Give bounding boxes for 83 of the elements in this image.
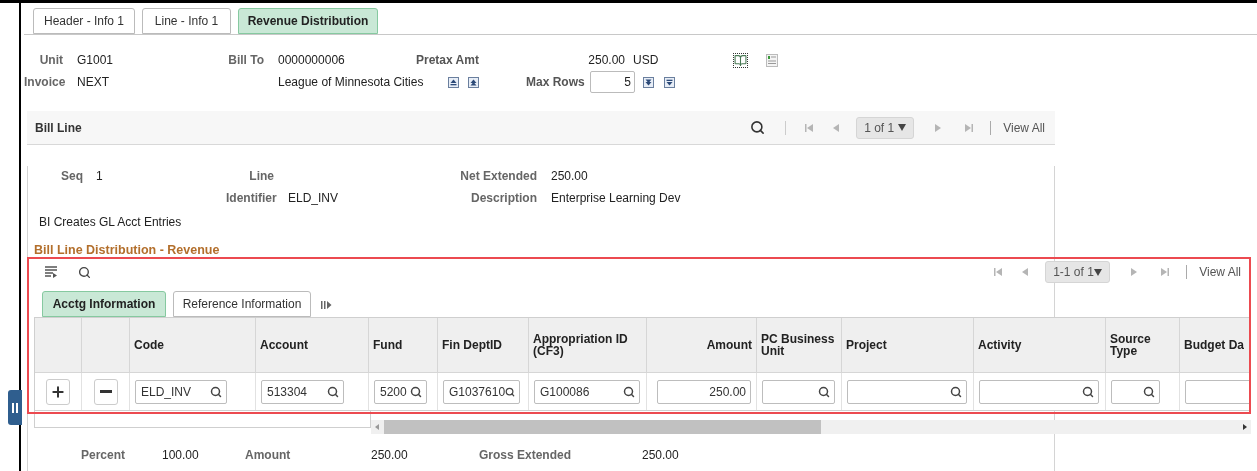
- field-value: 250.00: [551, 168, 588, 185]
- column-header: PC Business Unit: [761, 333, 836, 357]
- column-header: Fin DeptID: [442, 339, 502, 351]
- add-row-button[interactable]: [46, 378, 70, 405]
- lookup-field[interactable]: [762, 379, 835, 404]
- section-title: Bill Line: [35, 119, 82, 137]
- column-header: Budget Da: [1184, 339, 1244, 351]
- field-label: Net Extended: [459, 168, 537, 185]
- note-text: BI Creates GL Acct Entries: [39, 214, 182, 230]
- lookup-field[interactable]: ELD_INV: [135, 379, 227, 404]
- field-label: Gross Extended: [479, 447, 573, 464]
- amount-value: 250.00: [587, 52, 625, 69]
- field-label: Percent: [81, 447, 127, 464]
- field-value: 250.00: [642, 447, 680, 464]
- text-field[interactable]: [1185, 379, 1250, 404]
- column-header: Account: [260, 339, 308, 351]
- show-all-columns-icon[interactable]: [321, 300, 332, 310]
- lookup-field[interactable]: [847, 379, 967, 404]
- lookup-field[interactable]: 5200: [374, 379, 427, 404]
- currency-value: USD: [633, 52, 660, 69]
- search-icon[interactable]: [1082, 385, 1094, 398]
- field-label: Bill To: [227, 52, 264, 69]
- section-title: Bill Line Distribution - Revenue: [34, 243, 220, 257]
- field-label: Description: [470, 190, 537, 207]
- delete-row-button[interactable]: [93, 378, 118, 405]
- lookup-field[interactable]: 513304: [261, 379, 344, 404]
- page-dropdown[interactable]: 1-1 of 1: [1045, 261, 1111, 283]
- field-value: 100.00: [162, 447, 200, 464]
- search-icon[interactable]: [210, 385, 222, 398]
- amount-field[interactable]: 250.00: [657, 379, 751, 404]
- field-value: ELD_INV: [288, 190, 340, 207]
- column-header: Activity: [978, 339, 1022, 351]
- lookup-field[interactable]: [1111, 379, 1160, 404]
- tab[interactable]: Reference Information: [173, 291, 311, 317]
- field-label: Unit: [38, 52, 63, 69]
- field-label: Invoice: [24, 74, 63, 91]
- caret-down-icon: [1094, 268, 1103, 276]
- lookup-field[interactable]: G1037610: [443, 379, 520, 404]
- lookup-field[interactable]: [979, 379, 1099, 404]
- panel-toggle-handle[interactable]: [8, 390, 22, 425]
- column-header: Appropriation ID (CF3): [533, 333, 629, 357]
- search-icon[interactable]: [78, 265, 91, 279]
- field-label: Line: [248, 168, 274, 185]
- column-header: Code: [134, 339, 164, 351]
- search-icon[interactable]: [750, 120, 766, 135]
- tab[interactable]: Acctg Information: [42, 291, 166, 317]
- lookup-field[interactable]: G100086: [534, 379, 640, 404]
- search-icon[interactable]: [410, 385, 422, 398]
- view-all-link[interactable]: View All: [1199, 263, 1241, 281]
- column-header: Source Type: [1110, 333, 1152, 357]
- field-label: Max Rows: [526, 74, 586, 91]
- field-label: Pretax Amt: [416, 52, 480, 69]
- max-rows-field[interactable]: 5: [590, 71, 635, 93]
- plus-icon: [50, 383, 66, 400]
- book-icon[interactable]: [733, 52, 748, 68]
- search-icon[interactable]: [623, 385, 635, 398]
- field-label: Seq: [60, 168, 83, 185]
- field-value: Enterprise Learning Dev: [551, 190, 681, 207]
- field-value: G1001: [77, 52, 115, 69]
- column-header: Amount: [706, 339, 752, 351]
- page-dropdown[interactable]: 1 of 1: [856, 116, 915, 139]
- search-icon[interactable]: [1143, 385, 1155, 398]
- grid-settings-icon[interactable]: [44, 266, 58, 278]
- field-value: NEXT: [77, 74, 110, 91]
- column-header: Fund: [373, 339, 403, 351]
- caret-down-icon: [898, 124, 907, 131]
- search-icon[interactable]: [327, 385, 339, 398]
- tab[interactable]: Revenue Distribution: [238, 8, 378, 34]
- field-value: 0000000006: [278, 52, 346, 69]
- view-all-link[interactable]: View All: [1003, 118, 1045, 137]
- field-label: Amount: [245, 447, 292, 464]
- spreadsheet-icon[interactable]: [766, 53, 778, 67]
- customer-name: League of Minnesota Cities: [278, 74, 425, 91]
- field-value: 250.00: [371, 447, 409, 464]
- tab[interactable]: Line - Info 1: [142, 8, 231, 34]
- search-icon[interactable]: [818, 385, 830, 398]
- search-icon[interactable]: [950, 385, 962, 398]
- tab[interactable]: Header - Info 1: [33, 8, 135, 34]
- horizontal-scrollbar[interactable]: [371, 420, 1251, 434]
- search-icon[interactable]: [505, 385, 515, 398]
- field-value: 1: [96, 168, 104, 185]
- minus-icon: [99, 390, 112, 393]
- column-header: Project: [846, 339, 887, 351]
